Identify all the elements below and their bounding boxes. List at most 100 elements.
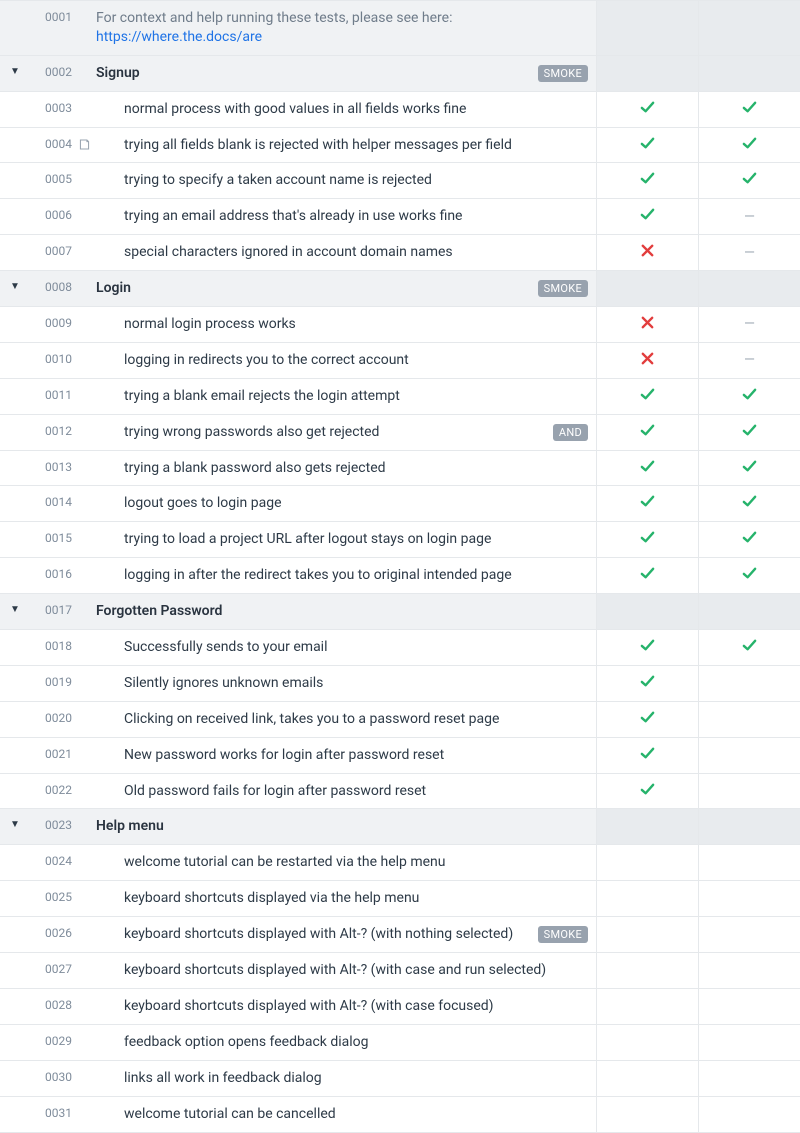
status-cell-b[interactable]: — [698,235,800,270]
status-cell-a[interactable] [596,522,698,557]
status-col-b[interactable] [698,809,800,844]
docs-link[interactable]: https://where.the.docs/are [96,29,262,45]
status-cell-a[interactable] [596,630,698,665]
status-col-a[interactable] [596,594,698,629]
status-cell-a[interactable] [596,343,698,378]
test-row[interactable]: 0016logging in after the redirect takes … [0,558,800,594]
test-row[interactable]: 0007special characters ignored in accoun… [0,235,800,271]
status-cell-b[interactable] [698,522,800,557]
status-cell-a[interactable] [596,415,698,450]
test-row[interactable]: 0011trying a blank email rejects the log… [0,379,800,415]
group-header[interactable]: ▼0002SignupSMOKE [0,56,800,92]
status-cell-b[interactable]: — [698,343,800,378]
collapse-toggle[interactable]: ▼ [0,56,30,91]
status-cell-b[interactable] [698,989,800,1024]
group-header[interactable]: ▼0008LoginSMOKE [0,271,800,307]
test-row[interactable]: 0030links all work in feedback dialog [0,1061,800,1097]
test-row[interactable]: 0009normal login process works— [0,307,800,343]
test-row[interactable]: 0024welcome tutorial can be restarted vi… [0,845,800,881]
test-row[interactable]: 0010logging in redirects you to the corr… [0,343,800,379]
status-cell-a[interactable] [596,307,698,342]
row-id: 0016 [30,558,78,593]
status-cell-b[interactable] [698,415,800,450]
status-cell-a[interactable] [596,199,698,234]
status-cell-a[interactable] [596,702,698,737]
status-cell-b[interactable] [698,486,800,521]
status-cell-b[interactable]: — [698,199,800,234]
status-cell-b[interactable] [698,774,800,809]
test-row[interactable]: 0022Old password fails for login after p… [0,774,800,810]
status-cell-a[interactable] [596,917,698,952]
test-row[interactable]: 0003normal process with good values in a… [0,92,800,128]
test-row[interactable]: 0029feedback option opens feedback dialo… [0,1025,800,1061]
test-row[interactable]: 0006trying an email address that's alrea… [0,199,800,235]
status-cell-b[interactable] [698,451,800,486]
status-cell-b[interactable]: — [698,307,800,342]
row-id: 0015 [30,522,78,557]
status-cell-a[interactable] [596,1025,698,1060]
status-cell-b[interactable] [698,92,800,127]
status-col-b[interactable] [698,594,800,629]
test-row[interactable]: 0031welcome tutorial can be cancelled [0,1097,800,1133]
status-cell-a[interactable] [596,558,698,593]
collapse-toggle[interactable]: ▼ [0,271,30,306]
status-cell-b[interactable] [698,630,800,665]
status-cell-b[interactable] [698,881,800,916]
status-cell-a[interactable] [596,666,698,701]
group-title: Signup [96,64,530,83]
status-cell-b[interactable] [698,128,800,163]
status-col-b[interactable] [698,271,800,306]
status-cell-a[interactable] [596,1097,698,1132]
status-cell-a[interactable] [596,989,698,1024]
status-cell-b[interactable] [698,738,800,773]
status-cell-b[interactable] [698,379,800,414]
status-cell-a[interactable] [596,163,698,198]
status-cell-a[interactable] [596,235,698,270]
status-cell-a[interactable] [596,738,698,773]
status-cell-b[interactable] [698,702,800,737]
status-cell-a[interactable] [596,92,698,127]
status-cell-b[interactable] [698,845,800,880]
test-row[interactable]: 0014logout goes to login page [0,486,800,522]
test-row[interactable]: 0004trying all fields blank is rejected … [0,128,800,164]
status-col-b[interactable] [698,56,800,91]
test-row[interactable]: 0012trying wrong passwords also get reje… [0,415,800,451]
test-row[interactable]: 0020Clicking on received link, takes you… [0,702,800,738]
test-row[interactable]: 0018Successfully sends to your email [0,630,800,666]
status-cell-a[interactable] [596,774,698,809]
test-row[interactable]: 0027keyboard shortcuts displayed with Al… [0,953,800,989]
test-row[interactable]: 0025keyboard shortcuts displayed via the… [0,881,800,917]
status-cell-b[interactable] [698,917,800,952]
status-cell-b[interactable] [698,1097,800,1132]
status-cell-b[interactable] [698,163,800,198]
status-cell-a[interactable] [596,128,698,163]
status-col-a[interactable] [596,56,698,91]
group-header[interactable]: ▼0023Help menu [0,809,800,845]
status-cell-a[interactable] [596,845,698,880]
status-cell-b[interactable] [698,666,800,701]
status-cell-a[interactable] [596,881,698,916]
test-row[interactable]: 0005trying to specify a taken account na… [0,163,800,199]
test-row[interactable]: 0013trying a blank password also gets re… [0,451,800,487]
skip-icon: — [744,245,755,261]
status-col-a[interactable] [596,1,698,55]
test-row[interactable]: 0026keyboard shortcuts displayed with Al… [0,917,800,953]
status-col-b[interactable] [698,1,800,55]
collapse-toggle[interactable]: ▼ [0,594,30,629]
status-cell-a[interactable] [596,451,698,486]
group-header[interactable]: ▼0017Forgotten Password [0,594,800,630]
status-cell-a[interactable] [596,1061,698,1096]
status-cell-b[interactable] [698,558,800,593]
status-cell-a[interactable] [596,379,698,414]
collapse-toggle[interactable]: ▼ [0,809,30,844]
test-row[interactable]: 0019Silently ignores unknown emails [0,666,800,702]
status-cell-b[interactable] [698,1061,800,1096]
test-row[interactable]: 0021New password works for login after p… [0,738,800,774]
status-cell-a[interactable] [596,486,698,521]
status-col-a[interactable] [596,809,698,844]
test-row[interactable]: 0028keyboard shortcuts displayed with Al… [0,989,800,1025]
status-col-a[interactable] [596,271,698,306]
test-row[interactable]: 0015trying to load a project URL after l… [0,522,800,558]
status-cell-b[interactable] [698,1025,800,1060]
note-icon[interactable] [78,139,91,155]
